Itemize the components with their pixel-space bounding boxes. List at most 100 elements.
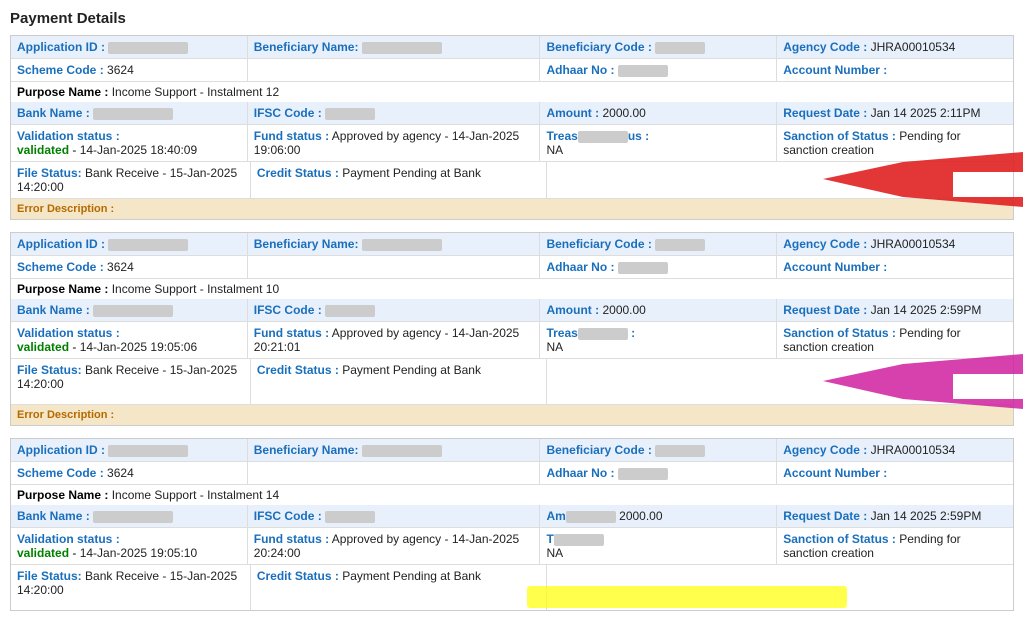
fund-status-label-1: Fund status : (254, 129, 329, 143)
bank-name-label-1: Bank Name : (17, 106, 90, 120)
req-date-label-1: Request Date : (783, 106, 867, 120)
adhaar-label-2: Adhaar No : (546, 260, 614, 274)
app-id-label-2: Application ID : (17, 237, 105, 251)
app-id-label-3: Application ID : (17, 443, 105, 457)
scheme-code-label-1: Scheme Code : (17, 63, 104, 77)
amount-label-2: Amount : (546, 303, 599, 317)
payment-card-2: Application ID : Beneficiary Name: Benef… (10, 232, 1014, 426)
pink-arrow-icon (823, 354, 1023, 409)
adhaar-label-1: Adhaar No : (546, 63, 614, 77)
treasury-value-2: NA (546, 340, 563, 354)
ifsc-label-3: IFSC Code : (254, 509, 322, 523)
file-status-label-3: File Status: (17, 569, 82, 583)
ben-name-label-2: Beneficiary Name: (254, 237, 359, 251)
purpose-value-3: Income Support - Instalment 14 (112, 488, 279, 502)
payment-card-3: Application ID : Beneficiary Name: Benef… (10, 438, 1014, 611)
val-date-3: 14-Jan-2025 19:05:10 (80, 546, 197, 560)
ben-code-value-3 (655, 445, 705, 457)
app-id-label-1: Application ID : (17, 40, 105, 54)
treasury-label-3: T (546, 532, 603, 546)
amount-value-3: 2000.00 (619, 509, 662, 523)
bank-name-label-3: Bank Name : (17, 509, 90, 523)
purpose-value-1: Income Support - Instalment 12 (112, 85, 279, 99)
app-id-value-3 (108, 445, 188, 457)
sanction-label-3: Sanction of Status : (783, 532, 896, 546)
file-status-label-2: File Status: (17, 363, 82, 377)
ben-name-value-2 (362, 239, 442, 251)
ben-code-value-2 (655, 239, 705, 251)
app-id-value-1 (108, 42, 188, 54)
ben-code-value-1 (655, 42, 705, 54)
bank-name-value-1 (93, 108, 173, 120)
bank-name-value-3 (93, 511, 173, 523)
req-date-label-2: Request Date : (783, 303, 867, 317)
adhaar-value-3 (618, 468, 668, 480)
file-status-label-1: File Status: (17, 166, 82, 180)
credit-status-label-3: Credit Status : (257, 569, 339, 583)
purpose-row-3: Purpose Name : Income Support - Instalme… (11, 485, 1013, 505)
purpose-value-2: Income Support - Instalment 10 (112, 282, 279, 296)
red-arrow-icon (823, 152, 1023, 207)
treasury-value-1: NA (546, 143, 563, 157)
amount-label-1: Amount : (546, 106, 599, 120)
ben-code-label-2: Beneficiary Code : (546, 237, 651, 251)
ifsc-value-1 (325, 108, 375, 120)
cards-wrapper: Application ID : Beneficiary Name: Benef… (10, 35, 1014, 611)
fund-status-label-3: Fund status : (254, 532, 329, 546)
ben-name-value-3 (362, 445, 442, 457)
sanction-label-1: Sanction of Status : (783, 129, 896, 143)
credit-status-label-1: Credit Status : (257, 166, 339, 180)
ifsc-value-2 (325, 305, 375, 317)
credit-status-value-3: Payment Pending at Bank (342, 569, 481, 583)
adhaar-value-2 (618, 262, 668, 274)
val-date-1: 14-Jan-2025 18:40:09 (80, 143, 197, 157)
scheme-code-value-1: 3624 (107, 63, 134, 77)
purpose-row-2: Purpose Name : Income Support - Instalme… (11, 279, 1013, 299)
bank-name-label-2: Bank Name : (17, 303, 90, 317)
purpose-row-1: Purpose Name : Income Support - Instalme… (11, 82, 1013, 102)
ben-code-label-3: Beneficiary Code : (546, 443, 651, 457)
app-id-value-2 (108, 239, 188, 251)
adhaar-label-3: Adhaar No : (546, 466, 614, 480)
ben-name-label-3: Beneficiary Name: (254, 443, 359, 457)
treasury-label-1: Treas us : (546, 129, 649, 143)
credit-status-value-1: Payment Pending at Bank (342, 166, 481, 180)
req-date-value-3: Jan 14 2025 2:59PM (871, 509, 982, 523)
req-date-value-2: Jan 14 2025 2:59PM (871, 303, 982, 317)
req-date-value-1: Jan 14 2025 2:11PM (871, 106, 981, 120)
fund-status-label-2: Fund status : (254, 326, 329, 340)
credit-status-value-2: Payment Pending at Bank (342, 363, 481, 377)
val-status-value-3: validated (17, 546, 69, 560)
credit-status-label-2: Credit Status : (257, 363, 339, 377)
sanction-label-2: Sanction of Status : (783, 326, 896, 340)
agency-code-label-2: Agency Code : (783, 237, 867, 251)
scheme-code-label-2: Scheme Code : (17, 260, 104, 274)
val-status-label-1: Validation status : (17, 129, 120, 143)
amount-value-2: 2000.00 (602, 303, 645, 317)
yellow-highlight (527, 586, 847, 608)
agency-code-value-1: JHRA00010534 (871, 40, 956, 54)
amount-label-3: Am (546, 509, 615, 523)
val-date-2: 14-Jan-2025 19:05:06 (80, 340, 197, 354)
treasury-value-3: NA (546, 546, 563, 560)
page-title: Payment Details (10, 10, 1014, 27)
val-status-value-2: validated (17, 340, 69, 354)
ifsc-label-1: IFSC Code : (254, 106, 322, 120)
req-date-label-3: Request Date : (783, 509, 867, 523)
val-status-label-3: Validation status : (17, 532, 120, 546)
bank-name-value-2 (93, 305, 173, 317)
scheme-code-value-3: 3624 (107, 466, 134, 480)
adhaar-value-1 (618, 65, 668, 77)
amount-value-1: 2000.00 (602, 106, 645, 120)
account-num-label-3: Account Number : (783, 466, 887, 480)
account-num-label-2: Account Number : (783, 260, 887, 274)
ifsc-label-2: IFSC Code : (254, 303, 322, 317)
ben-name-value-1 (362, 42, 442, 54)
ifsc-value-3 (325, 511, 375, 523)
treasury-label-2: Treas : (546, 326, 635, 340)
scheme-code-value-2: 3624 (107, 260, 134, 274)
account-num-label-1: Account Number : (783, 63, 887, 77)
val-status-label-2: Validation status : (17, 326, 120, 340)
ben-name-label-1: Beneficiary Name: (254, 40, 359, 54)
val-status-value-1: validated (17, 143, 69, 157)
